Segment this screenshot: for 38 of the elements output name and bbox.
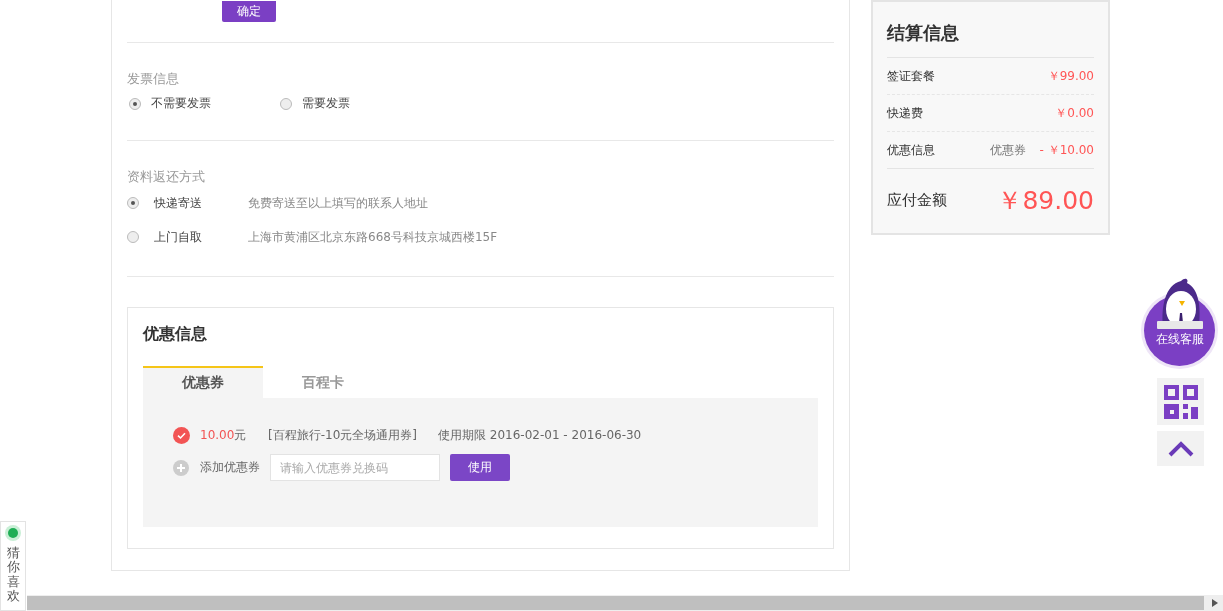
discount-tag: 优惠券 xyxy=(989,142,1026,157)
coupon-code-field[interactable]: 请输入优惠券兑换码 xyxy=(270,454,440,481)
confirm-button[interactable]: 确定 xyxy=(222,1,276,22)
total-amount: ￥89.00 xyxy=(997,184,1094,217)
card-title: 优惠信息 xyxy=(143,324,208,345)
radio-button[interactable] xyxy=(127,197,139,209)
scrollbar[interactable] xyxy=(27,595,1223,611)
check-icon[interactable] xyxy=(173,427,190,444)
add-coupon-label: 添加优惠券 xyxy=(200,459,260,476)
option-label: 快递寄送 xyxy=(154,194,203,212)
back-to-top-button[interactable] xyxy=(1157,431,1204,466)
section-title: 发票信息 xyxy=(127,70,180,88)
section-title: 资料返还方式 xyxy=(127,168,206,186)
summary-label: 快递费 xyxy=(887,104,923,122)
option-label: 不需要发票 xyxy=(151,95,211,112)
option-note: 免费寄送至以上填写的联系人地址 xyxy=(248,194,428,212)
total-label: 应付金额 xyxy=(887,190,947,210)
recommendation-tab[interactable]: 猜你喜欢 xyxy=(0,521,26,611)
radio-button[interactable] xyxy=(129,97,141,110)
radio-button[interactable] xyxy=(127,231,139,243)
use-button[interactable]: 使用 xyxy=(450,454,510,481)
chevron-up-icon xyxy=(1167,440,1194,457)
coupon-name: [百程旅行-10元全场通用券] xyxy=(268,427,418,444)
arrow-right-icon[interactable] xyxy=(1212,599,1218,607)
summary-label: 优惠信息 xyxy=(887,141,935,159)
summary-title: 结算信息 xyxy=(887,18,1094,58)
tab[interactable]: 优惠券 xyxy=(143,366,263,398)
option-label: 需要发票 xyxy=(302,95,350,112)
option-note: 上海市黄浦区北京东路668号科技京城西楼15F xyxy=(248,228,498,246)
summary-value: - ￥10.00 xyxy=(1039,142,1094,157)
coupon-amount: 10.00元 xyxy=(200,427,248,444)
radio-button[interactable] xyxy=(280,97,292,110)
qr-code-icon[interactable] xyxy=(1157,378,1204,425)
summary-value: ￥99.00 xyxy=(1047,68,1094,83)
coupon-validity: 使用期限 2016-02-01 - 2016-06-30 xyxy=(438,427,642,444)
summary-value: ￥0.00 xyxy=(1055,105,1094,120)
summary-label: 签证套餐 xyxy=(887,67,935,85)
option-label: 上门自取 xyxy=(154,228,203,246)
